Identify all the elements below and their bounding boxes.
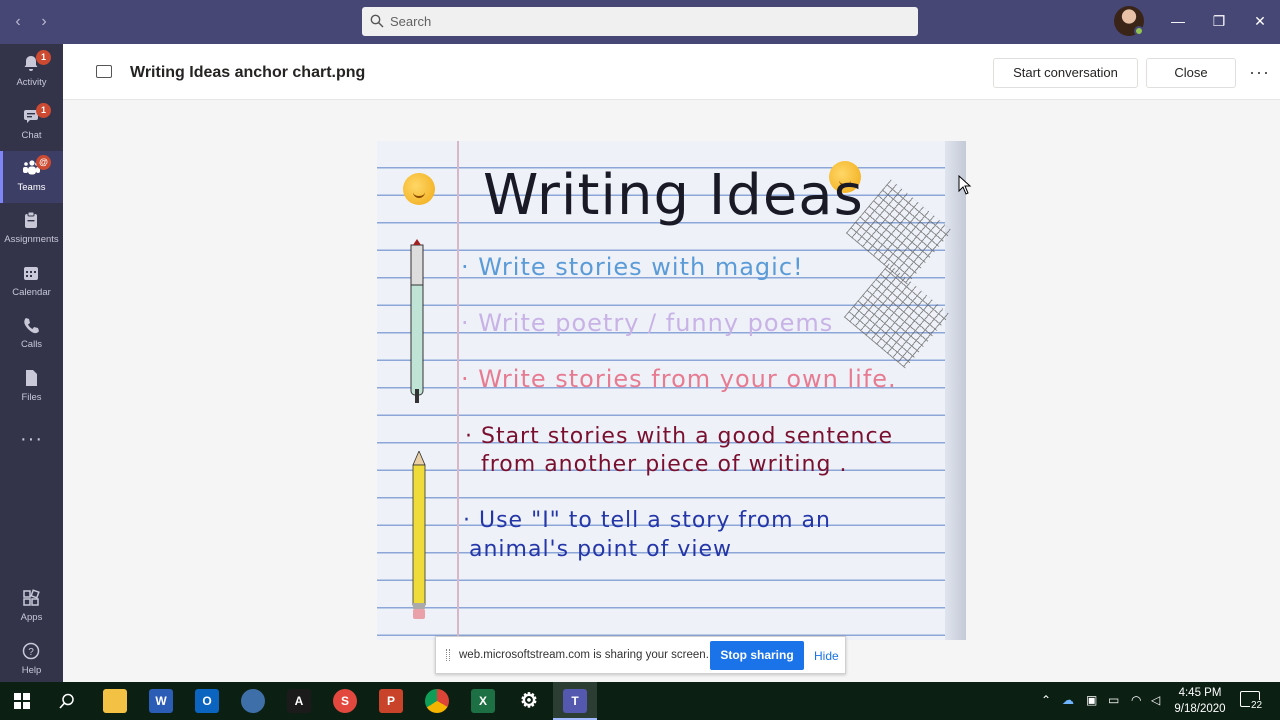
close-window-icon[interactable]: ✕ <box>1250 11 1270 31</box>
restore-icon[interactable]: ❐ <box>1209 11 1229 31</box>
file-header: Writing Ideas anchor chart.png Start con… <box>63 44 1280 100</box>
chrome-icon[interactable] <box>425 689 449 713</box>
share-message: web.microsoftstream.com is sharing your … <box>459 649 709 661</box>
hide-button[interactable]: Hide <box>814 649 839 663</box>
file-title: Writing Ideas anchor chart.png <box>130 64 366 81</box>
rail-label: Calls <box>20 339 43 350</box>
rail-item-calls[interactable]: Calls <box>0 308 63 360</box>
back-arrow-icon[interactable]: ‹ <box>8 12 28 32</box>
rail-item-help[interactable]: ? Help <box>0 634 63 686</box>
idea-line: · Write stories with magic! <box>461 253 804 281</box>
chart-title: Writing Ideas <box>483 163 864 228</box>
rail-item-calendar[interactable]: Calendar <box>0 256 63 308</box>
settings-gear-icon[interactable]: ⚙ <box>517 689 541 713</box>
powerpoint-icon[interactable]: P <box>379 689 403 713</box>
chat-badge: 1 <box>36 103 51 118</box>
excel-icon[interactable]: X <box>471 689 495 713</box>
rail-label: Files <box>21 392 42 403</box>
rail-item-files[interactable]: Files <box>0 361 63 413</box>
idea-line: · Write stories from your own life. <box>461 365 897 393</box>
rail-item-apps[interactable]: Apps <box>0 581 63 633</box>
more-options-icon[interactable]: ··· <box>1249 62 1270 83</box>
close-button[interactable]: Close <box>1146 58 1236 88</box>
screen-share-bar: web.microsoftstream.com is sharing your … <box>435 636 846 674</box>
apps-icon <box>23 589 40 606</box>
teams-icon[interactable]: T <box>563 689 587 713</box>
calendar-icon <box>24 267 38 280</box>
presence-available-icon <box>1134 26 1144 36</box>
taskbar: W O A S P X ⚙ T ⌃ ☁ ▣ ▭ ◠ ◁ 4:45 PM 9/18… <box>0 682 1280 720</box>
pencil-drawing-icon <box>412 451 426 619</box>
app-icon[interactable]: S <box>333 689 357 713</box>
outlook-icon[interactable]: O <box>195 689 219 713</box>
search-placeholder: Search <box>390 14 432 29</box>
system-clock[interactable]: 4:45 PM 9/18/2020 <box>1170 685 1230 717</box>
pen-drawing-icon <box>410 239 424 403</box>
margin-line <box>457 141 459 640</box>
wifi-icon[interactable]: ◠ <box>1131 693 1141 707</box>
activity-badge: 1 <box>36 50 51 65</box>
word-icon[interactable]: W <box>149 689 173 713</box>
rail-item-activity[interactable]: 1 Activity <box>0 46 63 98</box>
rail-label: Activity <box>16 77 47 88</box>
volume-icon[interactable]: ◁ <box>1151 693 1160 707</box>
windows-start-icon[interactable] <box>14 693 30 709</box>
ellipsis-icon: ··· <box>20 428 43 450</box>
clock-date: 9/18/2020 <box>1174 703 1226 715</box>
more-apps-button[interactable]: ··· <box>0 418 63 458</box>
file-icon <box>26 370 37 386</box>
rail-label: Chat <box>21 130 42 141</box>
clock-time: 4:45 PM <box>1178 687 1222 699</box>
image-file-icon <box>96 65 112 78</box>
app-rail: 1 Activity 1 Chat @ Teams Assignments Ca… <box>0 44 63 682</box>
onedrive-icon[interactable]: ☁ <box>1062 693 1074 707</box>
notifications-count: 22 <box>1250 700 1264 711</box>
mouse-cursor-icon <box>958 175 972 195</box>
anchor-chart-image: Writing Ideas · Write stories with magic… <box>377 141 966 640</box>
teams-mention-badge: @ <box>36 155 51 170</box>
forward-arrow-icon[interactable]: › <box>34 12 54 32</box>
title-bar: ‹ › Search — ❐ ✕ <box>0 0 1280 44</box>
phone-icon <box>24 318 39 334</box>
minimize-icon[interactable]: — <box>1168 11 1188 31</box>
search-icon <box>370 14 384 28</box>
search-input[interactable]: Search <box>362 7 918 36</box>
drag-handle-icon[interactable] <box>446 649 450 661</box>
rail-item-chat[interactable]: 1 Chat <box>0 99 63 151</box>
idea-line: · Use "I" to tell a story from an <box>463 508 831 533</box>
washi-tape-mesh <box>843 263 951 369</box>
notebook-edge <box>945 141 966 640</box>
help-icon: ? <box>22 642 40 660</box>
stop-sharing-button[interactable]: Stop sharing <box>710 641 804 670</box>
tray-app-icon[interactable]: ▣ <box>1086 693 1097 707</box>
rail-label: Calendar <box>12 287 51 298</box>
idea-line: · Start stories with a good sentence <box>465 424 894 449</box>
rail-item-assignments[interactable]: Assignments <box>0 203 63 255</box>
search-icon[interactable] <box>59 693 75 709</box>
rail-label: Apps <box>20 612 43 623</box>
app-icon[interactable]: A <box>287 689 311 713</box>
battery-icon[interactable]: ▭ <box>1108 693 1119 707</box>
start-conversation-button[interactable]: Start conversation <box>993 58 1138 88</box>
rail-label: Help <box>21 665 42 676</box>
idea-line: from another piece of writing . <box>481 452 848 477</box>
file-explorer-icon[interactable] <box>103 689 127 713</box>
assignments-icon <box>25 211 37 228</box>
rail-label: Assignments <box>4 234 59 245</box>
rail-label: Teams <box>17 182 46 193</box>
svg-text:?: ? <box>28 647 34 658</box>
smiley-emoji-icon <box>403 173 435 205</box>
idea-line: · Write poetry / funny poems <box>461 309 834 337</box>
app-icon[interactable] <box>241 689 265 713</box>
idea-line: animal's point of view <box>469 537 733 562</box>
chevron-up-icon[interactable]: ⌃ <box>1041 693 1051 707</box>
rail-item-teams[interactable]: @ Teams <box>0 151 63 203</box>
